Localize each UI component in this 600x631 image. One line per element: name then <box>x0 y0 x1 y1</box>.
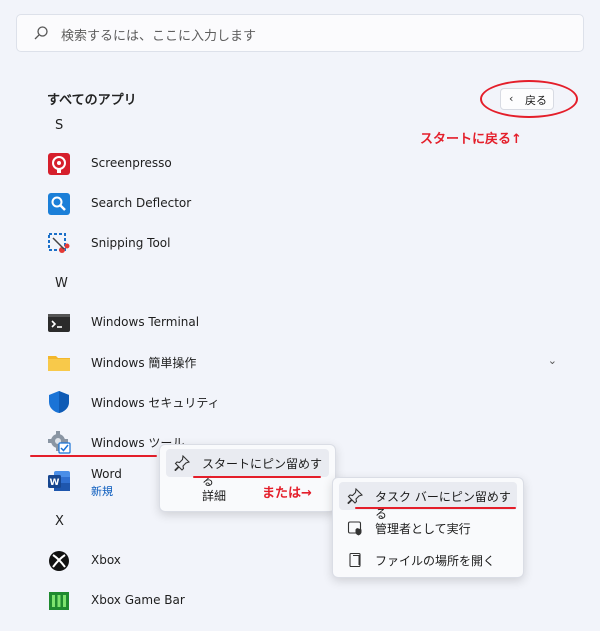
menu-item-label: 管理者として実行 <box>375 522 471 536</box>
menu-item-label: 詳細 <box>202 489 227 503</box>
search-placeholder: 検索するには、ここに入力します <box>61 29 257 44</box>
shield-icon <box>47 390 71 414</box>
terminal-icon <box>47 311 71 335</box>
app-windows-terminal[interactable]: Windows Terminal <box>47 307 567 339</box>
letter-header-s: S <box>55 118 64 133</box>
app-name: Word <box>91 467 122 481</box>
annotation-underline-pin-start <box>193 476 321 478</box>
app-new-badge: 新規 <box>91 485 113 498</box>
app-name: Windows セキュリティ <box>91 396 220 410</box>
app-name: Xbox <box>91 553 121 567</box>
letter-header-x: X <box>55 514 64 529</box>
context-menu: スタートにピン留めする 詳細 <box>159 444 336 512</box>
annotation-underline-windows-tools <box>30 455 157 457</box>
menu-item-label: ファイルの場所を開く <box>375 554 496 568</box>
app-name: Search Deflector <box>91 196 192 210</box>
menu-item-open-file-location[interactable]: ファイルの場所を開く <box>339 546 517 574</box>
all-apps-title: すべてのアプリ <box>47 93 137 108</box>
annotation-underline-pin-taskbar <box>355 507 516 509</box>
search-input[interactable]: 検索するには、ここに入力します <box>16 14 584 52</box>
document-icon <box>347 552 363 568</box>
search-deflector-icon <box>47 192 71 216</box>
annotation-or: または→ <box>262 486 312 501</box>
menu-item-pin-to-start[interactable]: スタートにピン留めする <box>166 449 329 488</box>
pin-icon <box>174 454 191 472</box>
svg-text:W: W <box>50 478 60 488</box>
xbox-icon <box>47 549 71 573</box>
snipping-tool-icon <box>47 232 71 256</box>
letter-header-w: W <box>55 276 68 291</box>
app-name: Xbox Game Bar <box>91 593 185 607</box>
pin-icon <box>347 487 364 505</box>
app-name: Windows Terminal <box>91 315 200 329</box>
app-name: Windows 簡単操作 <box>91 356 197 370</box>
screenpresso-icon <box>47 152 71 176</box>
app-screenpresso[interactable]: Screenpresso <box>47 148 567 180</box>
app-snipping-tool[interactable]: Snipping Tool <box>47 228 567 260</box>
annotation-circle <box>480 80 578 118</box>
chevron-down-icon[interactable]: ⌄ <box>548 354 557 367</box>
app-windows-accessibility[interactable]: Windows 簡単操作 ⌄ <box>47 346 567 378</box>
admin-shield-icon <box>347 520 363 536</box>
more-submenu: タスク バーにピン留めする 管理者として実行 ファイルの場所を開く <box>332 477 524 578</box>
folder-icon <box>47 350 71 374</box>
game-bar-icon <box>47 589 71 613</box>
gear-icon <box>47 430 71 454</box>
app-name: Snipping Tool <box>91 236 171 250</box>
app-xbox-game-bar[interactable]: Xbox Game Bar <box>47 585 567 617</box>
app-name: Screenpresso <box>91 156 172 170</box>
search-icon <box>33 25 49 45</box>
menu-item-run-as-admin[interactable]: 管理者として実行 <box>339 514 517 542</box>
word-icon: W <box>47 469 71 493</box>
annotation-back-to-start: スタートに戻る↑ <box>420 132 522 147</box>
menu-item-pin-to-taskbar[interactable]: タスク バーにピン留めする <box>339 482 517 521</box>
app-search-deflector[interactable]: Search Deflector <box>47 188 567 220</box>
app-windows-security[interactable]: Windows セキュリティ <box>47 386 567 418</box>
